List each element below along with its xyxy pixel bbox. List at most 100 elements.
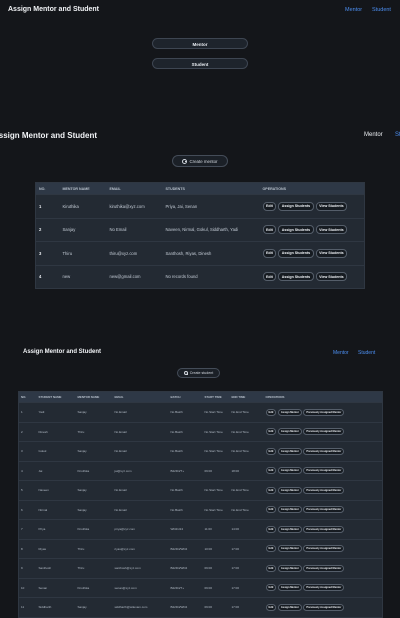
student-email: No Email (112, 421, 169, 442)
column-header: NO. (18, 391, 37, 403)
nav-student-link[interactable]: Student (358, 350, 375, 356)
student-batch: No Batch (168, 402, 203, 422)
previously-assigned-mentor-button[interactable]: Previously Assigned Mentor (303, 584, 345, 592)
edit-button[interactable]: Edit (265, 486, 277, 494)
column-header: MENTOR NAME (59, 182, 107, 195)
student-end-time: 17:00 (229, 558, 264, 578)
create-mentor-button[interactable]: Create mentor (172, 155, 228, 167)
nav-mentor-link[interactable]: Mentor (345, 7, 362, 13)
edit-button[interactable]: Edit (265, 447, 277, 455)
student-start-time: 11:00 (202, 519, 230, 539)
student-name: Naveen (36, 480, 76, 500)
previously-assigned-mentor-button[interactable]: Previously Assigned Mentor (303, 506, 345, 514)
student-email: priya@xyz.com (112, 519, 169, 539)
mentor-name: new (59, 264, 107, 289)
assign-mentor-button[interactable]: Assign Mentor (277, 506, 302, 514)
assign-mentor-button[interactable]: Assign Mentor (277, 486, 302, 494)
student-start-time: No Start Time (202, 441, 230, 461)
nav-mentor-link[interactable]: Mentor (364, 132, 383, 138)
assign-mentor-button[interactable]: Assign Mentor (277, 545, 302, 553)
edit-button[interactable]: Edit (265, 603, 277, 611)
previously-assigned-mentor-button[interactable]: Previously Assigned Mentor (303, 408, 345, 416)
nav-mentor-link[interactable]: Mentor (333, 350, 349, 356)
assign-mentor-button[interactable]: Assign Mentor (277, 408, 302, 416)
edit-button[interactable]: Edit (262, 225, 277, 235)
student-table: NO. STUDENT NAME MENTOR NAME EMAIL BATCH… (18, 391, 383, 618)
student-end-time: No End Time (229, 441, 264, 461)
student-mentor-name: Kiruthika (75, 577, 113, 598)
assign-mentor-button[interactable]: Assign Mentor (277, 428, 302, 436)
assign-students-button[interactable]: Assign Students (278, 272, 314, 282)
edit-button[interactable]: Edit (265, 506, 277, 514)
previously-assigned-mentor-button[interactable]: Previously Assigned Mentor (303, 467, 345, 475)
view-students-button[interactable]: View Students (315, 225, 348, 235)
student-end-time: No End Time (229, 421, 264, 442)
create-mentor-label: Create mentor (189, 158, 218, 164)
edit-button[interactable]: Edit (262, 272, 277, 282)
student-batch: No Batch (168, 421, 203, 442)
app-title: Assign Mentor and Student (8, 6, 99, 13)
edit-button[interactable]: Edit (262, 248, 277, 258)
nav-student-link[interactable]: St (395, 132, 400, 138)
edit-button[interactable]: Edit (265, 408, 277, 416)
edit-button[interactable]: Edit (265, 428, 277, 436)
assign-mentor-button[interactable]: Assign Mentor (277, 467, 302, 475)
student-batch: B22D4/T+ (168, 577, 203, 598)
assign-students-button[interactable]: Assign Students (278, 248, 314, 258)
operations-cell: Edit Assign Mentor Previously Assigned Men… (263, 558, 383, 578)
column-header: EMAIL (112, 391, 169, 403)
table-header-row: NO. STUDENT NAME MENTOR NAME EMAIL BATCH… (18, 391, 383, 403)
edit-button[interactable]: Edit (265, 584, 277, 592)
assign-mentor-button[interactable]: Assign Mentor (277, 447, 302, 455)
edit-button[interactable]: Edit (265, 467, 277, 475)
operations-cell: Edit Assign Mentor Previously Assigned Men… (263, 460, 383, 481)
previously-assigned-mentor-button[interactable]: Previously Assigned Mentor (303, 564, 345, 572)
student-mentor-name: Thiru (75, 538, 113, 559)
row-number: 2 (18, 421, 37, 442)
mentor-page-title: Assign Mentor and Student (0, 131, 97, 140)
previously-assigned-mentor-button[interactable]: Previously Assigned Mentor (303, 486, 345, 494)
student-email: senan@xyz.com (112, 577, 169, 598)
student-batch: B22D4/T+ (168, 460, 203, 481)
previously-assigned-mentor-button[interactable]: Previously Assigned Mentor (303, 525, 345, 533)
table-row: 4 Jai Kiruthika jai@xyz.com B22D4/T+ 09:00 18:… (18, 460, 383, 481)
row-number: 2 (35, 217, 60, 242)
previously-assigned-mentor-button[interactable]: Previously Assigned Mentor (303, 447, 345, 455)
assign-students-button[interactable]: Assign Students (278, 225, 314, 235)
student-email: jai@xyz.com (112, 460, 169, 481)
operations-cell: Edit Assign Mentor Previously Assigned Men… (263, 480, 383, 500)
student-start-time: 10:00 (202, 538, 230, 559)
operations-cell: Edit Assign Mentor Previously Assigned Men… (263, 577, 383, 598)
view-students-button[interactable]: View Students (315, 201, 348, 211)
previously-assigned-mentor-button[interactable]: Previously Assigned Mentor (303, 428, 345, 436)
edit-button[interactable]: Edit (265, 564, 277, 572)
assign-mentor-button[interactable]: Assign Mentor (277, 603, 302, 611)
student-email: siddharth@wtlexam.com (112, 597, 169, 617)
student-end-time: No End Time (229, 480, 264, 500)
assign-mentor-button[interactable]: Assign Mentor (277, 564, 302, 572)
previously-assigned-mentor-button[interactable]: Previously Assigned Mentor (303, 603, 345, 611)
student-mentor-name: Sanjay (75, 402, 113, 422)
previously-assigned-mentor-button[interactable]: Previously Assigned Mentor (303, 545, 345, 553)
create-student-button[interactable]: Create student (177, 368, 220, 378)
edit-button[interactable]: Edit (265, 525, 277, 533)
student-name: Dinesh (36, 421, 76, 442)
edit-button[interactable]: Edit (265, 545, 277, 553)
nav-student-link[interactable]: Student (372, 7, 391, 13)
student-button[interactable]: Student (152, 58, 248, 69)
create-student-label: Create student (189, 371, 214, 375)
mentor-name: Sanjay (59, 217, 107, 242)
view-students-button[interactable]: View Students (315, 248, 348, 258)
mentor-email: thiru@xyz.com (106, 241, 163, 265)
student-mentor-name: Thiru (75, 421, 113, 442)
assign-mentor-button[interactable]: Assign Mentor (277, 584, 302, 592)
assign-mentor-button[interactable]: Assign Mentor (277, 525, 302, 533)
table-row: 9 Santhosh Thiru santhosh@xyz.com B22D4/WD4 0… (18, 558, 383, 578)
column-header: OPERATIONS (263, 391, 383, 403)
table-row: 3 Thiru thiru@xyz.com Santhosh, Riyas, Dine… (35, 241, 365, 265)
student-end-time: 14:00 (229, 519, 264, 539)
view-students-button[interactable]: View Students (315, 272, 348, 282)
mentor-button[interactable]: Mentor (152, 38, 248, 49)
edit-button[interactable]: Edit (262, 201, 277, 211)
assign-students-button[interactable]: Assign Students (278, 201, 314, 211)
